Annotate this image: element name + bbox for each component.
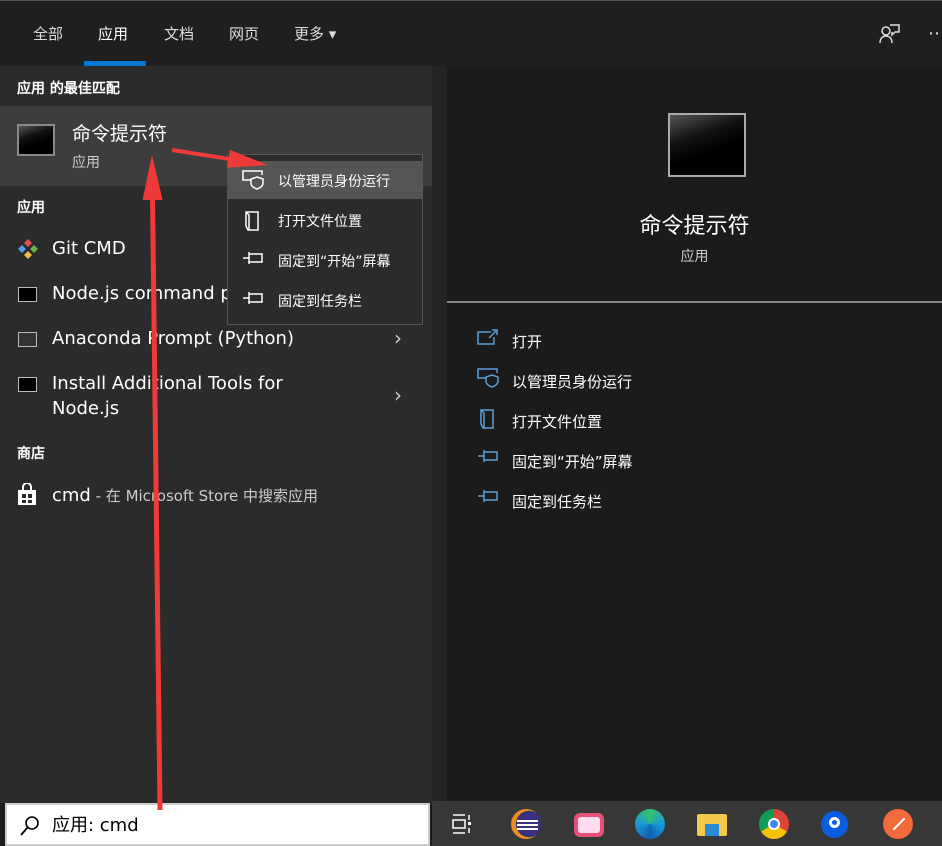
folder-icon — [480, 409, 494, 429]
app-label-line2: Node.js — [52, 398, 120, 419]
preview-subtitle: 应用 — [680, 249, 709, 265]
store-suffix: - 在 Microsoft Store 中搜索应用 — [90, 487, 319, 505]
action-run-as-admin[interactable]: 以管理员身份运行 — [475, 366, 875, 396]
pin-icon — [478, 490, 498, 502]
terminal-icon — [18, 332, 37, 347]
action-label: 固定到任务栏 — [512, 493, 603, 511]
menu-run-as-admin[interactable]: 以管理员身份运行 — [228, 161, 422, 199]
command-prompt-icon — [17, 124, 55, 156]
taskbar — [432, 801, 942, 846]
menu-pin-to-taskbar[interactable]: 固定到任务栏 — [228, 281, 422, 319]
action-pin-to-taskbar[interactable]: 固定到任务栏 — [475, 486, 875, 516]
store-search-item[interactable]: cmd - 在 Microsoft Store 中搜索应用 — [0, 473, 432, 515]
open-icon — [477, 329, 498, 345]
apps-heading: 应用 — [17, 200, 45, 216]
store-heading: 商店 — [17, 446, 45, 462]
terminal-icon — [18, 377, 37, 392]
tab-all[interactable]: 全部 — [33, 23, 63, 44]
postman-icon[interactable] — [883, 809, 913, 839]
feedback-icon[interactable] — [878, 23, 900, 45]
eclipse-icon[interactable] — [511, 809, 541, 839]
more-options-icon[interactable]: ⋯ — [928, 23, 942, 44]
tab-more[interactable]: 更多 ▾ — [294, 23, 336, 44]
bilibili-tv-icon[interactable] — [574, 813, 604, 837]
action-label: 以管理员身份运行 — [512, 373, 633, 391]
chevron-right-icon[interactable]: › — [394, 326, 402, 350]
search-box[interactable] — [5, 803, 430, 846]
search-icon — [20, 816, 39, 836]
file-explorer-icon[interactable] — [697, 814, 727, 836]
pin-icon — [478, 450, 498, 462]
pin-icon — [243, 292, 263, 304]
tab-documents[interactable]: 文档 — [164, 23, 194, 44]
blue-app-icon[interactable] — [821, 811, 848, 838]
shield-icon — [242, 170, 264, 190]
best-match-title: 命令提示符 — [72, 123, 168, 145]
divider — [447, 301, 942, 303]
shield-icon — [477, 368, 499, 388]
edge-icon[interactable] — [635, 809, 665, 839]
task-view-icon[interactable] — [452, 814, 472, 834]
menu-open-file-location[interactable]: 打开文件位置 — [228, 201, 422, 239]
tab-web[interactable]: 网页 — [229, 23, 259, 44]
menu-label: 固定到“开始”屏幕 — [278, 254, 391, 270]
menu-label: 打开文件位置 — [278, 214, 362, 230]
store-query: cmd — [52, 485, 91, 506]
preview-panel: 命令提示符 应用 打开 以管理员身份运行 打开文件位置 固定到“开始”屏幕 固定… — [447, 66, 942, 803]
context-menu: 以管理员身份运行 打开文件位置 固定到“开始”屏幕 固定到任务栏 — [227, 154, 423, 325]
menu-pin-to-start[interactable]: 固定到“开始”屏幕 — [228, 241, 422, 279]
best-match-subtitle: 应用 — [72, 155, 100, 171]
action-label: 打开文件位置 — [512, 413, 603, 431]
pin-icon — [243, 252, 263, 264]
app-label: Install Additional Tools for — [52, 373, 283, 394]
menu-label: 以管理员身份运行 — [278, 174, 390, 190]
chrome-icon[interactable] — [759, 809, 789, 839]
app-install-additional-tools[interactable]: Install Additional Tools for Node.js › — [0, 363, 432, 428]
menu-label: 固定到任务栏 — [278, 294, 362, 310]
search-input[interactable] — [52, 813, 412, 834]
action-pin-to-start[interactable]: 固定到“开始”屏幕 — [475, 446, 875, 476]
preview-title: 命令提示符 — [639, 214, 750, 239]
panel-divider — [432, 66, 447, 803]
app-label: Node.js command p — [52, 283, 232, 304]
best-match-heading: 应用 的最佳匹配 — [17, 81, 120, 97]
git-icon — [18, 239, 38, 259]
top-tabs-bar: 全部 应用 文档 网页 更多 ▾ ⋯ — [0, 0, 942, 66]
tab-apps[interactable]: 应用 — [98, 23, 128, 44]
action-open[interactable]: 打开 — [475, 326, 875, 356]
app-label: Git CMD — [52, 238, 126, 259]
app-label: Anaconda Prompt (Python) — [52, 328, 294, 349]
folder-icon — [245, 211, 259, 231]
chevron-right-icon[interactable]: › — [394, 383, 402, 407]
store-bag-icon — [18, 483, 36, 505]
action-label: 打开 — [512, 333, 543, 351]
action-label: 固定到“开始”屏幕 — [512, 453, 633, 471]
action-open-file-location[interactable]: 打开文件位置 — [475, 406, 875, 436]
command-prompt-large-icon — [668, 113, 746, 177]
terminal-icon — [18, 287, 37, 302]
